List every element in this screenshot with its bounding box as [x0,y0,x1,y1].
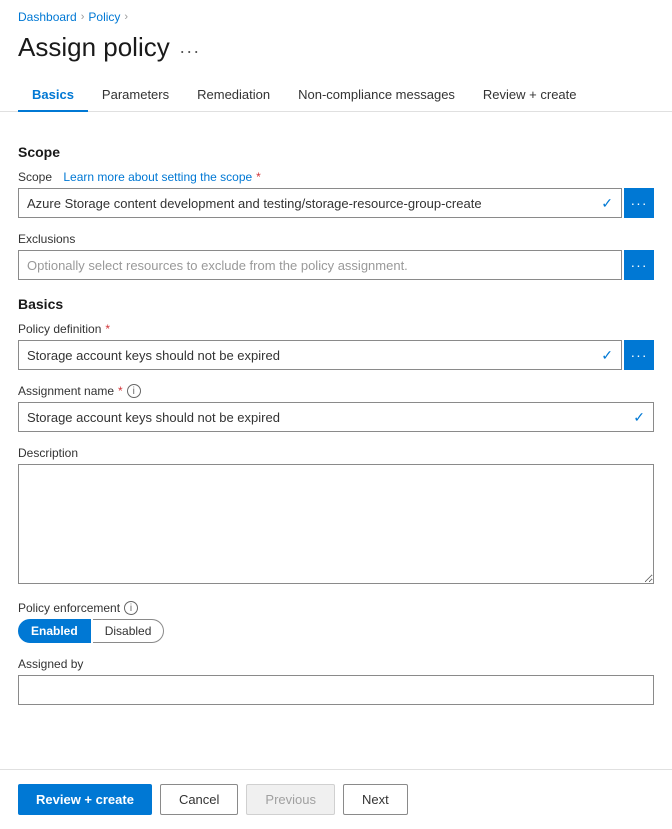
assignment-name-check-icon: ✓ [633,409,645,426]
scope-check-icon: ✓ [601,195,613,212]
page-menu-icon[interactable]: ... [180,37,201,58]
exclusions-placeholder: Optionally select resources to exclude f… [19,258,621,273]
assignment-name-info-icon: i [127,384,141,398]
review-create-button[interactable]: Review + create [18,784,152,815]
assignment-name-field-group: Assignment name * i Storage account keys… [18,384,654,432]
policy-enforcement-info-icon: i [124,601,138,615]
exclusions-label: Exclusions [18,232,654,246]
exclusions-ellipsis-button[interactable]: ··· [624,250,654,280]
page-title: Assign policy [18,32,170,63]
assigned-by-input[interactable] [18,675,654,705]
scope-field: Azure Storage content development and te… [18,188,622,218]
toggle-disabled-button[interactable]: Disabled [93,619,165,643]
scope-value: Azure Storage content development and te… [19,195,621,212]
page-header: Assign policy ... [0,28,672,79]
tab-review-create[interactable]: Review + create [469,79,591,112]
policy-enforcement-toggle: Enabled Disabled [18,619,654,643]
policy-enforcement-field-group: Policy enforcement i Enabled Disabled [18,601,654,643]
breadcrumb-sep-2: › [124,11,128,23]
exclusions-input-row: Optionally select resources to exclude f… [18,250,654,280]
tab-non-compliance[interactable]: Non-compliance messages [284,79,469,112]
assignment-name-input-row: Storage account keys should not be expir… [18,402,654,432]
breadcrumb-dashboard[interactable]: Dashboard [18,10,77,24]
scope-label: Scope Learn more about setting the scope… [18,170,654,184]
breadcrumb-policy[interactable]: Policy [88,10,120,24]
breadcrumb-sep-1: › [81,11,85,23]
description-label: Description [18,446,654,460]
policy-definition-input-row: Storage account keys should not be expir… [18,340,654,370]
exclusions-field: Optionally select resources to exclude f… [18,250,622,280]
assignment-name-required: * [118,384,123,398]
tab-bar: Basics Parameters Remediation Non-compli… [0,79,672,112]
assigned-by-label: Assigned by [18,657,654,671]
assignment-name-value: Storage account keys should not be expir… [19,409,653,426]
policy-enforcement-label: Policy enforcement i [18,601,654,615]
toggle-enabled-button[interactable]: Enabled [18,619,91,643]
main-content: Scope Scope Learn more about setting the… [0,112,672,789]
policy-definition-field-group: Policy definition * Storage account keys… [18,322,654,370]
exclusions-field-group: Exclusions Optionally select resources t… [18,232,654,280]
tab-basics[interactable]: Basics [18,79,88,112]
scope-input-row: Azure Storage content development and te… [18,188,654,218]
policy-definition-field: Storage account keys should not be expir… [18,340,622,370]
breadcrumb: Dashboard › Policy › [0,0,672,28]
next-button[interactable]: Next [343,784,408,815]
previous-button: Previous [246,784,335,815]
policy-definition-required: * [105,322,110,336]
description-input[interactable] [18,464,654,584]
policy-definition-ellipsis-button[interactable]: ··· [624,340,654,370]
assignment-name-label: Assignment name * i [18,384,654,398]
scope-learn-more-link[interactable]: Learn more about setting the scope [63,170,252,184]
policy-definition-label: Policy definition * [18,322,654,336]
description-field-group: Description [18,446,654,587]
scope-field-group: Scope Learn more about setting the scope… [18,170,654,218]
assignment-name-field[interactable]: Storage account keys should not be expir… [18,402,654,432]
cancel-button[interactable]: Cancel [160,784,238,815]
tab-remediation[interactable]: Remediation [183,79,284,112]
policy-definition-value: Storage account keys should not be expir… [19,347,621,364]
scope-ellipsis-button[interactable]: ··· [624,188,654,218]
assigned-by-field-group: Assigned by [18,657,654,705]
tab-parameters[interactable]: Parameters [88,79,183,112]
policy-definition-check-icon: ✓ [601,347,613,364]
footer: Review + create Cancel Previous Next [0,769,672,829]
scope-section-title: Scope [18,144,654,160]
basics-section-title: Basics [18,296,654,312]
scope-required-marker: * [256,170,261,184]
